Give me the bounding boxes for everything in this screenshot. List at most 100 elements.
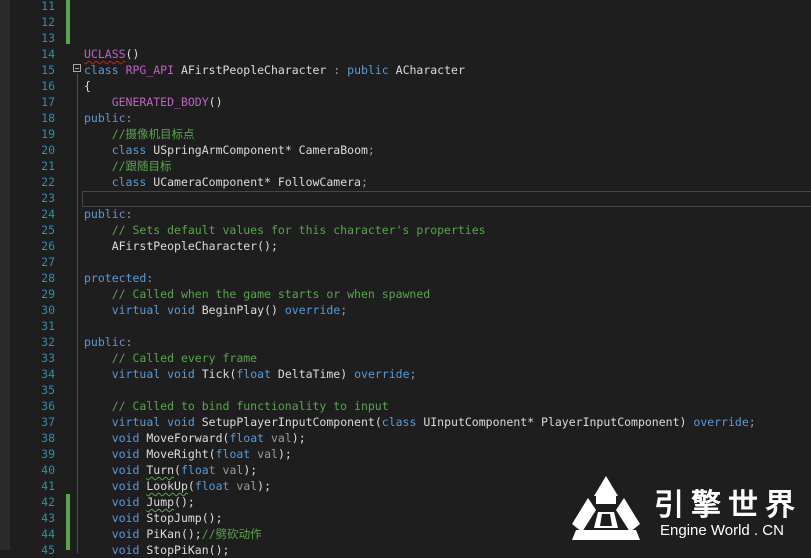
- code-line[interactable]: GENERATED_BODY(): [84, 94, 223, 110]
- code-line[interactable]: void PiKan();//劈砍动作: [84, 526, 262, 542]
- code-token: AFirstPeopleCharacter: [174, 63, 334, 77]
- code-line[interactable]: //跟随目标: [84, 158, 172, 174]
- code-keyword: virtual: [111, 367, 161, 381]
- code-param: val: [222, 463, 244, 477]
- line-number: 22: [41, 175, 55, 189]
- code-comment: // Called when the game starts or when s…: [111, 287, 431, 301]
- line-number: 31: [41, 319, 55, 333]
- code-line[interactable]: public:: [84, 110, 132, 126]
- line-number: 21: [41, 159, 55, 173]
- code-keyword: void: [167, 303, 195, 317]
- code-keyword: void: [111, 479, 140, 493]
- fold-guide-line: [77, 73, 78, 553]
- line-number: 14: [41, 47, 55, 61]
- code-keyword: public: [84, 207, 126, 221]
- code-line[interactable]: {: [84, 78, 91, 94]
- code-token: LookUp: [146, 479, 188, 493]
- line-number: 40: [41, 463, 55, 477]
- code-keyword: public: [84, 335, 126, 349]
- code-keyword: public: [84, 111, 126, 125]
- code-keyword: override: [693, 415, 749, 429]
- code-token: (: [174, 463, 181, 477]
- code-line[interactable]: // Called to bind functionality to input: [84, 398, 389, 414]
- line-number: 28: [41, 271, 55, 285]
- line-number: 18: [41, 111, 55, 125]
- code-line[interactable]: class USpringArmComponent* CameraBoom;: [84, 142, 375, 158]
- code-keyword: class: [111, 175, 147, 189]
- code-keyword: float: [194, 479, 230, 493]
- code-token: StopJump: [139, 511, 202, 525]
- code-token: * PlayerInputComponent: [527, 415, 680, 429]
- line-number: 25: [41, 223, 55, 237]
- code-token: PiKan: [139, 527, 181, 541]
- line-number: 27: [41, 255, 55, 269]
- code-token: UCameraComponent: [153, 175, 265, 189]
- code-line[interactable]: void Jump();: [84, 494, 195, 510]
- code-line[interactable]: // Called when the game starts or when s…: [84, 286, 431, 302]
- code-punct: :: [146, 271, 154, 285]
- line-number: 24: [41, 207, 55, 221]
- code-param: val: [236, 479, 258, 493]
- code-line[interactable]: virtual void Tick(float DeltaTime) overr…: [84, 366, 417, 382]
- line-number-gutter: 11 12 13 14 15 16 17 18 19 20 21 22 23 2…: [10, 0, 66, 557]
- collapse-toggle-icon[interactable]: [73, 64, 81, 72]
- code-macro: RPG_API: [125, 63, 175, 77]
- code-keyword: void: [167, 367, 195, 381]
- code-param: val: [257, 447, 278, 461]
- code-line[interactable]: public:: [84, 334, 132, 350]
- code-keyword: float: [236, 367, 271, 381]
- line-number: 15: [41, 63, 55, 77]
- code-line[interactable]: void Turn(float val);: [84, 462, 257, 478]
- code-token: ();: [208, 543, 230, 557]
- engine-world-logo-icon: [572, 476, 640, 540]
- code-line[interactable]: // Sets default values for this characte…: [84, 222, 486, 238]
- code-token: SetupPlayerInputComponent: [194, 415, 375, 429]
- code-keyword: float: [215, 447, 251, 461]
- line-number: 41: [41, 479, 55, 493]
- line-number: 35: [41, 383, 55, 397]
- code-comment: //劈砍动作: [201, 527, 262, 541]
- code-keyword: void: [111, 543, 140, 557]
- code-keyword: override: [284, 303, 341, 317]
- line-number: 30: [41, 303, 55, 317]
- code-keyword: class: [381, 415, 417, 429]
- code-punct: :: [125, 207, 133, 221]
- code-line[interactable]: void StopJump();: [84, 510, 223, 526]
- code-token: Turn: [146, 463, 175, 477]
- code-line[interactable]: void MoveForward(float val);: [84, 430, 306, 446]
- line-number: 12: [41, 15, 55, 29]
- code-line[interactable]: //摄像机目标点: [84, 126, 195, 142]
- code-line[interactable]: void MoveRight(float val);: [84, 446, 292, 462]
- code-token: DeltaTime: [271, 367, 341, 381]
- code-comment: // Sets default values for this characte…: [111, 223, 486, 237]
- code-line[interactable]: protected:: [84, 270, 153, 286]
- current-line-highlight: [82, 191, 811, 207]
- code-token: (: [374, 415, 382, 429]
- line-number: 19: [41, 127, 55, 141]
- code-keyword: virtual: [111, 303, 161, 317]
- code-line[interactable]: class UCameraComponent* FollowCamera;: [84, 174, 368, 190]
- code-punct: ;: [409, 367, 417, 381]
- code-token: ();: [180, 527, 202, 541]
- watermark-chinese-text: 引擎世界: [654, 488, 802, 523]
- code-token: (): [208, 95, 223, 109]
- code-line[interactable]: public:: [84, 206, 132, 222]
- code-line[interactable]: // Called every frame: [84, 350, 257, 366]
- code-keyword: override: [354, 367, 410, 381]
- code-punct: ;: [340, 303, 348, 317]
- code-line[interactable]: void LookUp(float val);: [84, 478, 271, 494]
- code-line[interactable]: AFirstPeopleCharacter();: [84, 238, 278, 254]
- code-line[interactable]: UCLASS(): [84, 46, 139, 62]
- code-punct: ;: [367, 143, 375, 157]
- code-keyword: void: [111, 495, 140, 509]
- code-line[interactable]: virtual void BeginPlay() override;: [84, 302, 347, 318]
- code-editor[interactable]: 11 12 13 14 15 16 17 18 19 20 21 22 23 2…: [0, 0, 811, 557]
- code-token: (): [264, 303, 278, 317]
- code-token: BeginPlay: [194, 303, 265, 317]
- code-line[interactable]: class RPG_API AFirstPeopleCharacter : pu…: [84, 62, 465, 78]
- code-line[interactable]: virtual void SetupPlayerInputComponent(c…: [84, 414, 756, 430]
- code-token: AFirstPeopleCharacter: [111, 239, 258, 253]
- code-line[interactable]: void StopPiKan();: [84, 542, 230, 558]
